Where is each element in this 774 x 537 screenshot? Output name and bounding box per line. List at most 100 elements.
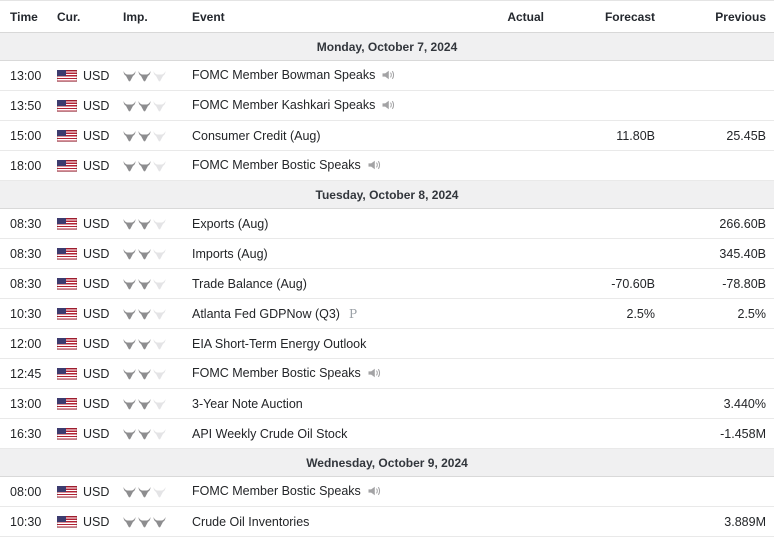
previous-value [663, 359, 774, 389]
bull-icon [123, 219, 136, 230]
event-cell: Consumer Credit (Aug) [182, 121, 490, 151]
event-row[interactable]: 08:30 USD Trade Balance (Aug) -70.60B -7… [0, 269, 774, 299]
bull-icon [123, 161, 136, 172]
actual-value [490, 329, 552, 359]
event-cell: API Weekly Crude Oil Stock [182, 419, 490, 449]
forecast-value [552, 239, 663, 269]
event-link[interactable]: API Weekly Crude Oil Stock [192, 427, 347, 441]
event-row[interactable]: 13:50 USD FOMC Member Kashkari Speaks [0, 91, 774, 121]
event-row[interactable]: 10:30 USD Atlanta Fed GDPNow (Q3)P 2.5% … [0, 299, 774, 329]
bull-icon [138, 399, 151, 410]
bull-icon [153, 369, 166, 380]
event-link[interactable]: Crude Oil Inventories [192, 515, 309, 529]
day-header-label: Wednesday, October 9, 2024 [0, 449, 774, 477]
speaker-icon [368, 485, 381, 499]
event-time: 08:00 [0, 477, 47, 507]
previous-value: 2.5% [663, 299, 774, 329]
bull-icon [138, 249, 151, 260]
previous-value [663, 61, 774, 91]
event-link[interactable]: 3-Year Note Auction [192, 397, 303, 411]
actual-value [490, 61, 552, 91]
column-header-currency: Cur. [47, 1, 113, 33]
bull-icon [153, 487, 166, 498]
bull-icon [138, 517, 151, 528]
importance-indicator [113, 329, 182, 359]
event-row[interactable]: 12:00 USD EIA Short-Term Energy Outlook [0, 329, 774, 359]
event-cell: FOMC Member Bostic Speaks [182, 477, 490, 507]
event-link[interactable]: Imports (Aug) [192, 247, 268, 261]
event-row[interactable]: 10:30 USD Crude Oil Inventories 3.889M [0, 507, 774, 537]
forecast-value: 11.80B [552, 121, 663, 151]
previous-value [663, 477, 774, 507]
event-currency-cell: USD [47, 269, 113, 299]
importance-indicator [113, 419, 182, 449]
event-link[interactable]: FOMC Member Bostic Speaks [192, 158, 361, 172]
importance-indicator [113, 269, 182, 299]
event-row[interactable]: 12:45 USD FOMC Member Bostic Speaks [0, 359, 774, 389]
column-header-forecast: Forecast [552, 1, 663, 33]
event-link[interactable]: Exports (Aug) [192, 217, 268, 231]
importance-indicator [113, 389, 182, 419]
event-cell: FOMC Member Bostic Speaks [182, 359, 490, 389]
event-cell: Imports (Aug) [182, 239, 490, 269]
event-row[interactable]: 13:00 USD 3-Year Note Auction 3.440% [0, 389, 774, 419]
event-currency-cell: USD [47, 329, 113, 359]
calendar-body: Monday, October 7, 2024 13:00 USD FOMC M… [0, 33, 774, 537]
event-link[interactable]: FOMC Member Bostic Speaks [192, 484, 361, 498]
us-flag-icon [57, 248, 77, 260]
event-row[interactable]: 08:30 USD Imports (Aug) 345.40B [0, 239, 774, 269]
calendar-header: Time Cur. Imp. Event Actual Forecast Pre… [0, 1, 774, 33]
event-row[interactable]: 15:00 USD Consumer Credit (Aug) 11.80B 2… [0, 121, 774, 151]
event-link[interactable]: EIA Short-Term Energy Outlook [192, 337, 366, 351]
event-time: 12:45 [0, 359, 47, 389]
event-row[interactable]: 18:00 USD FOMC Member Bostic Speaks [0, 151, 774, 181]
day-header-label: Monday, October 7, 2024 [0, 33, 774, 61]
event-time: 10:30 [0, 299, 47, 329]
event-link[interactable]: Trade Balance (Aug) [192, 277, 307, 291]
forecast-value: 2.5% [552, 299, 663, 329]
event-time: 18:00 [0, 151, 47, 181]
event-link[interactable]: Consumer Credit (Aug) [192, 129, 321, 143]
event-row[interactable]: 08:00 USD FOMC Member Bostic Speaks [0, 477, 774, 507]
event-cell: EIA Short-Term Energy Outlook [182, 329, 490, 359]
importance-indicator [113, 359, 182, 389]
event-row[interactable]: 08:30 USD Exports (Aug) 266.60B [0, 209, 774, 239]
column-header-time: Time [0, 1, 47, 33]
bull-icon [138, 71, 151, 82]
us-flag-icon [57, 218, 77, 230]
event-cell: Trade Balance (Aug) [182, 269, 490, 299]
event-currency-cell: USD [47, 359, 113, 389]
speaker-icon [382, 69, 395, 83]
event-time: 16:30 [0, 419, 47, 449]
event-link[interactable]: FOMC Member Bowman Speaks [192, 68, 375, 82]
actual-value [490, 299, 552, 329]
us-flag-icon [57, 130, 77, 142]
event-currency-cell: USD [47, 239, 113, 269]
event-link[interactable]: FOMC Member Bostic Speaks [192, 366, 361, 380]
importance-indicator [113, 299, 182, 329]
event-link[interactable]: FOMC Member Kashkari Speaks [192, 98, 375, 112]
day-header-row: Tuesday, October 8, 2024 [0, 181, 774, 209]
actual-value [490, 91, 552, 121]
event-link[interactable]: Atlanta Fed GDPNow (Q3) [192, 307, 340, 321]
economic-calendar-table: Time Cur. Imp. Event Actual Forecast Pre… [0, 0, 774, 537]
actual-value [490, 477, 552, 507]
actual-value [490, 359, 552, 389]
bull-icon [153, 131, 166, 142]
event-currency-cell: USD [47, 91, 113, 121]
event-time: 08:30 [0, 209, 47, 239]
currency-label: USD [83, 69, 109, 83]
bull-icon [123, 429, 136, 440]
importance-indicator [113, 507, 182, 537]
event-row[interactable]: 13:00 USD FOMC Member Bowman Speaks [0, 61, 774, 91]
us-flag-icon [57, 338, 77, 350]
event-currency-cell: USD [47, 419, 113, 449]
previous-value: -1.458M [663, 419, 774, 449]
actual-value [490, 269, 552, 299]
previous-value: 345.40B [663, 239, 774, 269]
event-row[interactable]: 16:30 USD API Weekly Crude Oil Stock -1.… [0, 419, 774, 449]
previous-value: -78.80B [663, 269, 774, 299]
us-flag-icon [57, 308, 77, 320]
bull-icon [153, 399, 166, 410]
currency-label: USD [83, 217, 109, 231]
